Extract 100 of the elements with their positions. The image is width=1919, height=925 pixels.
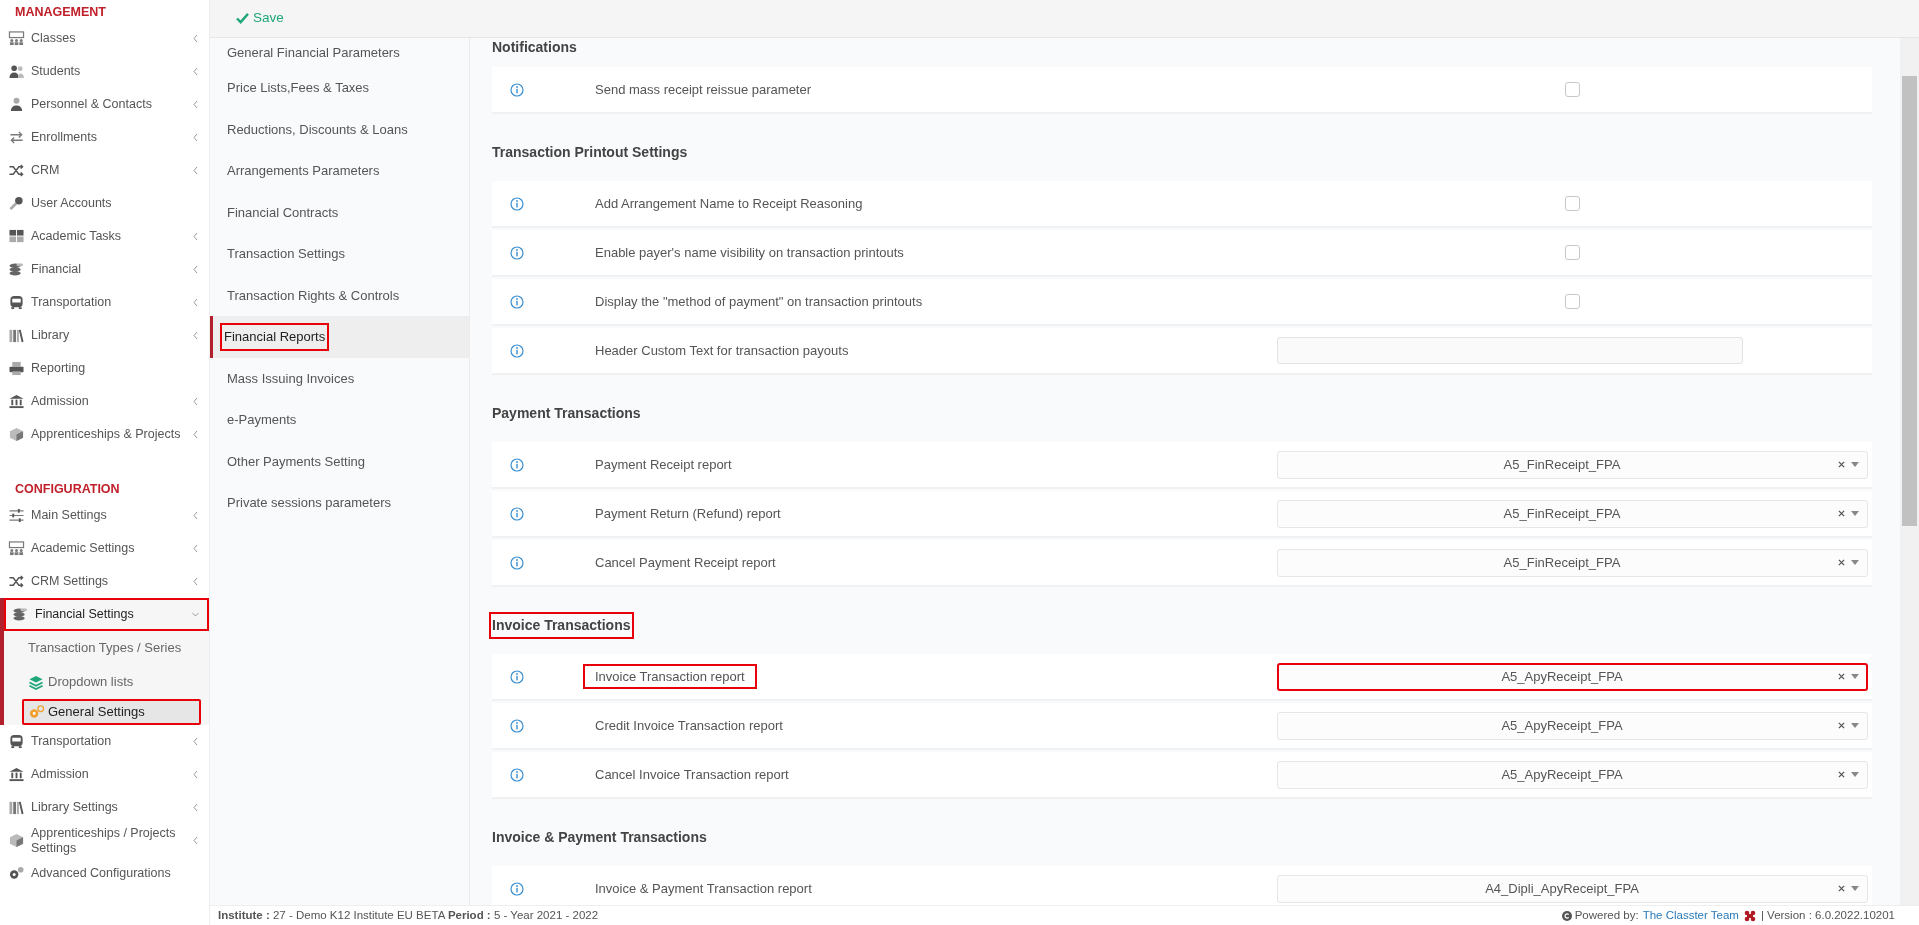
settings-nav-item[interactable]: Reductions, Discounts & Loans — [210, 108, 469, 150]
caret-down-icon[interactable] — [1851, 462, 1859, 467]
sidebar-item[interactable]: Enrollments — [0, 121, 209, 154]
cube-icon — [8, 833, 25, 848]
sidebar-item[interactable]: Transportation — [0, 725, 209, 758]
chevron-left-icon — [192, 265, 199, 274]
sidebar-item[interactable]: Classes — [0, 22, 209, 55]
checkbox[interactable] — [1565, 245, 1580, 260]
info-icon[interactable] — [510, 343, 524, 358]
info-icon[interactable] — [510, 555, 524, 570]
caret-down-icon[interactable] — [1851, 560, 1859, 565]
settings-nav-item[interactable]: Arrangements Parameters — [210, 150, 469, 192]
select-field[interactable]: A4_Dipli_ApyReceipt_FPA — [1277, 874, 1868, 903]
settings-nav-item[interactable]: Other Payments Setting — [210, 440, 469, 482]
sidebar-item[interactable]: Admission — [0, 385, 209, 418]
settings-nav-item[interactable]: Mass Issuing Invoices — [210, 357, 469, 399]
setting-label: Enable payer's name visibility on transaction printouts — [594, 243, 905, 262]
select-field[interactable]: A5_ApyReceipt_FPA — [1277, 662, 1868, 691]
clear-icon[interactable] — [1838, 885, 1845, 892]
bank-icon — [8, 394, 25, 409]
select-field[interactable]: A5_FinReceipt_FPA — [1277, 450, 1868, 479]
sidebar-item[interactable]: Reporting — [0, 352, 209, 385]
info-icon[interactable] — [510, 245, 524, 260]
caret-down-icon[interactable] — [1851, 674, 1859, 679]
sidebar-item[interactable]: Academic Settings — [0, 532, 209, 565]
sidebar-item[interactable]: User Accounts — [0, 187, 209, 220]
sidebar-item[interactable]: Transportation — [0, 286, 209, 319]
submenu-item[interactable]: Transaction Types / Series — [4, 631, 209, 665]
section-heading: Payment Transactions — [491, 404, 642, 423]
settings-nav-item[interactable]: Transaction Rights & Controls — [210, 274, 469, 316]
sidebar-item[interactable]: Personnel & Contacts — [0, 88, 209, 121]
clear-icon[interactable] — [1838, 722, 1845, 729]
submenu-item[interactable]: General Settings — [22, 699, 201, 725]
caret-down-icon[interactable] — [1851, 511, 1859, 516]
settings-nav-item[interactable]: Price Lists,Fees & Taxes — [210, 67, 469, 109]
sidebar-item[interactable]: Apprenticeships & Projects — [0, 418, 209, 451]
caret-down-icon[interactable] — [1851, 723, 1859, 728]
select-field[interactable]: A5_ApyReceipt_FPA — [1277, 711, 1868, 740]
team-link[interactable]: The Classter Team — [1642, 906, 1739, 925]
classes-icon — [8, 31, 25, 46]
scrollbar-thumb[interactable] — [1902, 76, 1917, 526]
chevron-left-icon — [192, 737, 199, 746]
check-icon — [236, 13, 249, 24]
sidebar-item[interactable]: Students — [0, 55, 209, 88]
clear-icon[interactable] — [1838, 510, 1845, 517]
sidebar-item[interactable]: CRM — [0, 154, 209, 187]
caret-down-icon[interactable] — [1851, 886, 1859, 891]
sidebar-item[interactable]: Apprenticeships / Projects Settings — [0, 824, 209, 857]
sidebar-item[interactable]: Financial — [0, 253, 209, 286]
chevron-left-icon — [192, 100, 199, 109]
clear-icon[interactable] — [1838, 771, 1845, 778]
settings-nav-item[interactable]: Financial Contracts — [210, 191, 469, 233]
scrollbar[interactable] — [1900, 38, 1919, 905]
clear-icon[interactable] — [1838, 559, 1845, 566]
clear-icon[interactable] — [1838, 461, 1845, 468]
checkbox[interactable] — [1565, 82, 1580, 97]
caret-down-icon[interactable] — [1851, 772, 1859, 777]
settings-nav-item[interactable]: General Financial Parameters — [210, 38, 469, 67]
section-heading: CONFIGURATION — [14, 481, 121, 498]
sidebar-item[interactable]: Financial Settings — [4, 598, 209, 631]
info-icon[interactable] — [510, 718, 524, 733]
settings-nav-item[interactable]: Financial Reports — [210, 316, 469, 358]
info-icon[interactable] — [510, 196, 524, 211]
setting-label: Cancel Payment Receipt report — [594, 553, 777, 572]
select-field[interactable]: A5_FinReceipt_FPA — [1277, 548, 1868, 577]
info-icon[interactable] — [510, 881, 524, 896]
sidebar-item[interactable]: CRM Settings — [0, 565, 209, 598]
settings-nav-item[interactable]: Transaction Settings — [210, 233, 469, 275]
clear-icon[interactable] — [1838, 673, 1845, 680]
chevron-left-icon — [192, 67, 199, 76]
info-icon[interactable] — [510, 294, 524, 309]
settings-nav-item[interactable]: Private sessions parameters — [210, 482, 469, 524]
info-icon[interactable] — [510, 457, 524, 472]
sidebar-item[interactable]: Academic Tasks — [0, 220, 209, 253]
cube-icon — [8, 427, 25, 442]
sidebar-item[interactable]: Library — [0, 319, 209, 352]
checkbox[interactable] — [1565, 196, 1580, 211]
select-field[interactable]: A5_FinReceipt_FPA — [1277, 499, 1868, 528]
sliders-icon — [8, 508, 25, 523]
setting-label: Payment Receipt report — [594, 455, 733, 474]
setting-label: Cancel Invoice Transaction report — [594, 765, 790, 784]
section-heading: Invoice & Payment Transactions — [491, 828, 708, 847]
sidebar-item[interactable]: Main Settings — [0, 499, 209, 532]
chevron-left-icon — [192, 577, 199, 586]
select-field[interactable]: A5_ApyReceipt_FPA — [1277, 760, 1868, 789]
section-heading: MANAGEMENT — [14, 4, 107, 21]
info-icon[interactable] — [510, 669, 524, 684]
shuffle-icon — [8, 163, 25, 178]
submenu-item[interactable]: Dropdown lists — [4, 665, 209, 699]
sidebar-item[interactable]: Advanced Configurations — [0, 857, 209, 890]
sidebar-item[interactable]: Library Settings — [0, 791, 209, 824]
text-field[interactable] — [1277, 337, 1743, 364]
classes-icon — [8, 541, 25, 556]
info-icon[interactable] — [510, 82, 524, 97]
checkbox[interactable] — [1565, 294, 1580, 309]
books-icon — [8, 800, 25, 815]
info-icon[interactable] — [510, 767, 524, 782]
info-icon[interactable] — [510, 506, 524, 521]
sidebar-item[interactable]: Admission — [0, 758, 209, 791]
settings-nav-item[interactable]: e-Payments — [210, 399, 469, 441]
